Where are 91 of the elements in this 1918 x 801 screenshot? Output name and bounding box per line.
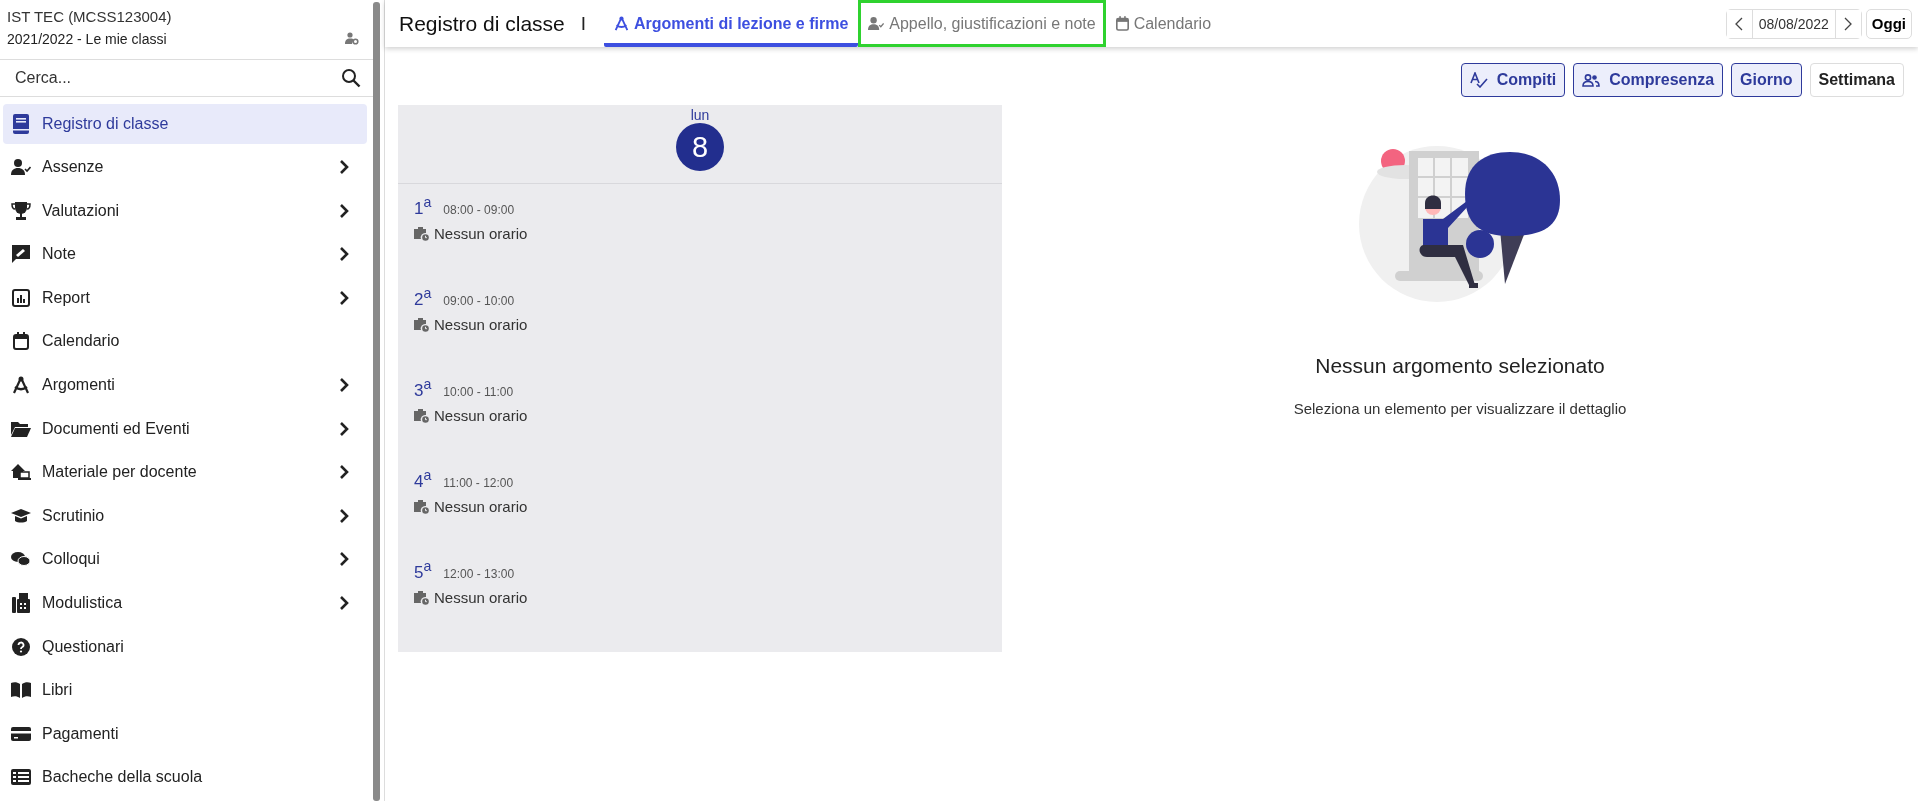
title-separator: I [580, 12, 586, 35]
day-number-badge[interactable]: 8 [676, 123, 724, 171]
sidebar-item[interactable]: Bacheche della scuola [3, 757, 367, 798]
sidebar-item[interactable]: Scrutinio [3, 495, 367, 536]
house-laptop-icon [11, 464, 31, 481]
tab[interactable]: Argomenti di lezione e firme [604, 0, 859, 47]
chat-icon [11, 551, 31, 568]
period-time: 10:00 - 11:00 [443, 384, 514, 399]
chevron-right-icon [339, 289, 349, 306]
briefcase-clock-icon [414, 316, 429, 332]
people-icon [1582, 73, 1601, 87]
sidebar-item[interactable]: Registro di classe [3, 103, 367, 144]
calendar-icon [13, 332, 29, 351]
period-status: Nessun orario [434, 588, 528, 606]
tab[interactable]: Calendario [1105, 0, 1222, 47]
period-status: Nessun orario [434, 406, 528, 424]
tab[interactable]: Appello, giustificazioni e note [858, 0, 1106, 47]
sidebar-item[interactable]: Colloqui [3, 539, 367, 580]
chevron-right-icon [339, 202, 349, 219]
period-number: 2$^{a}$ [414, 285, 432, 310]
toolbar-button[interactable]: Compresenza [1573, 63, 1724, 97]
trophy-icon [11, 201, 31, 220]
page-title: Registro di classe [399, 11, 565, 36]
chevron-right-icon [339, 159, 349, 176]
open-book-icon [11, 682, 31, 699]
school-name: IST TEC (MCSS123004) [7, 8, 172, 25]
toolbar-button[interactable]: Compiti [1460, 63, 1566, 97]
search-field[interactable]: Cerca... [13, 67, 341, 88]
today-button[interactable]: Oggi [1865, 8, 1912, 39]
chevron-right-icon [339, 595, 349, 612]
sidebar-item[interactable]: Argomenti [3, 365, 367, 406]
period-time: 09:00 - 10:00 [443, 293, 515, 308]
sidebar-item[interactable]: Materiale per docente [3, 452, 367, 493]
sidebar-item[interactable]: Questionari [3, 626, 367, 667]
empty-state-title: Nessun argomento selezionato [1315, 354, 1605, 378]
school-year: 2021/2022 - Le mie classi [7, 31, 168, 47]
sidebar-item[interactable]: Pagamenti [3, 713, 367, 754]
folder-icon [11, 420, 31, 437]
period-time: 11:00 - 12:00 [443, 475, 514, 490]
empty-state-message: Seleziona un elemento per visualizzare il dettaglio [1293, 400, 1627, 417]
credit-card-icon [11, 725, 31, 742]
toolbar-button[interactable]: Settimana [1809, 63, 1904, 97]
sidebar-item[interactable]: Libri [3, 670, 367, 711]
chevron-right-icon [339, 464, 349, 481]
scrollbar[interactable] [373, 2, 380, 801]
briefcase-clock-icon [414, 589, 429, 605]
chevron-right-icon [339, 377, 349, 394]
chevron-right-icon [339, 507, 349, 524]
chevron-right-icon [339, 551, 349, 568]
sidebar-item[interactable]: Assenze [3, 147, 367, 188]
date-picker[interactable]: 08/08/2022 [1725, 8, 1862, 39]
sidebar-item[interactable]: Modulistica [3, 583, 367, 624]
chevron-right-icon [339, 420, 349, 437]
period-number: 3$^{a}$ [414, 376, 432, 401]
period-number: 1$^{a}$ [414, 194, 432, 219]
user-settings-icon[interactable] [345, 32, 359, 45]
chevron-left-icon [1735, 16, 1744, 31]
graduation-cap-icon [11, 507, 31, 524]
chevron-right-icon [1844, 16, 1853, 31]
briefcase-clock-icon [414, 407, 429, 423]
date-value[interactable]: 08/08/2022 [1751, 9, 1836, 38]
fax-icon [12, 593, 30, 614]
period-number: 5$^{a}$ [414, 558, 432, 583]
period-number: 4$^{a}$ [414, 467, 432, 492]
spellcheck-icon [1469, 72, 1488, 88]
period-status: Nessun orario [434, 497, 528, 515]
chevron-right-icon [339, 246, 349, 263]
sidebar-item[interactable]: Report [3, 277, 367, 318]
compass-icon [12, 376, 30, 395]
list-icon [11, 769, 31, 786]
sidebar-item[interactable]: Note [3, 234, 367, 275]
period-time: 08:00 - 09:00 [443, 202, 515, 217]
toolbar-button[interactable]: Giorno [1731, 63, 1802, 97]
sidebar-item[interactable]: Valutazioni [3, 190, 367, 231]
user-check-icon [868, 17, 885, 30]
user-check-icon [11, 159, 31, 176]
sidebar-item[interactable]: Calendario [3, 321, 367, 362]
compass-icon [614, 16, 629, 31]
briefcase-clock-icon [414, 498, 429, 514]
question-icon [12, 637, 30, 656]
sidebar-item[interactable]: Documenti ed Eventi [3, 408, 367, 449]
weekday-label: lun [690, 107, 710, 123]
book-icon [12, 113, 30, 134]
briefcase-clock-icon [414, 225, 429, 241]
bar-chart-icon [12, 288, 30, 307]
search-icon[interactable] [341, 67, 361, 88]
calendar-icon [1115, 16, 1129, 31]
period-time: 12:00 - 13:00 [443, 566, 515, 581]
period-status: Nessun orario [434, 315, 528, 333]
period-status: Nessun orario [434, 224, 528, 242]
note-icon [12, 245, 30, 264]
